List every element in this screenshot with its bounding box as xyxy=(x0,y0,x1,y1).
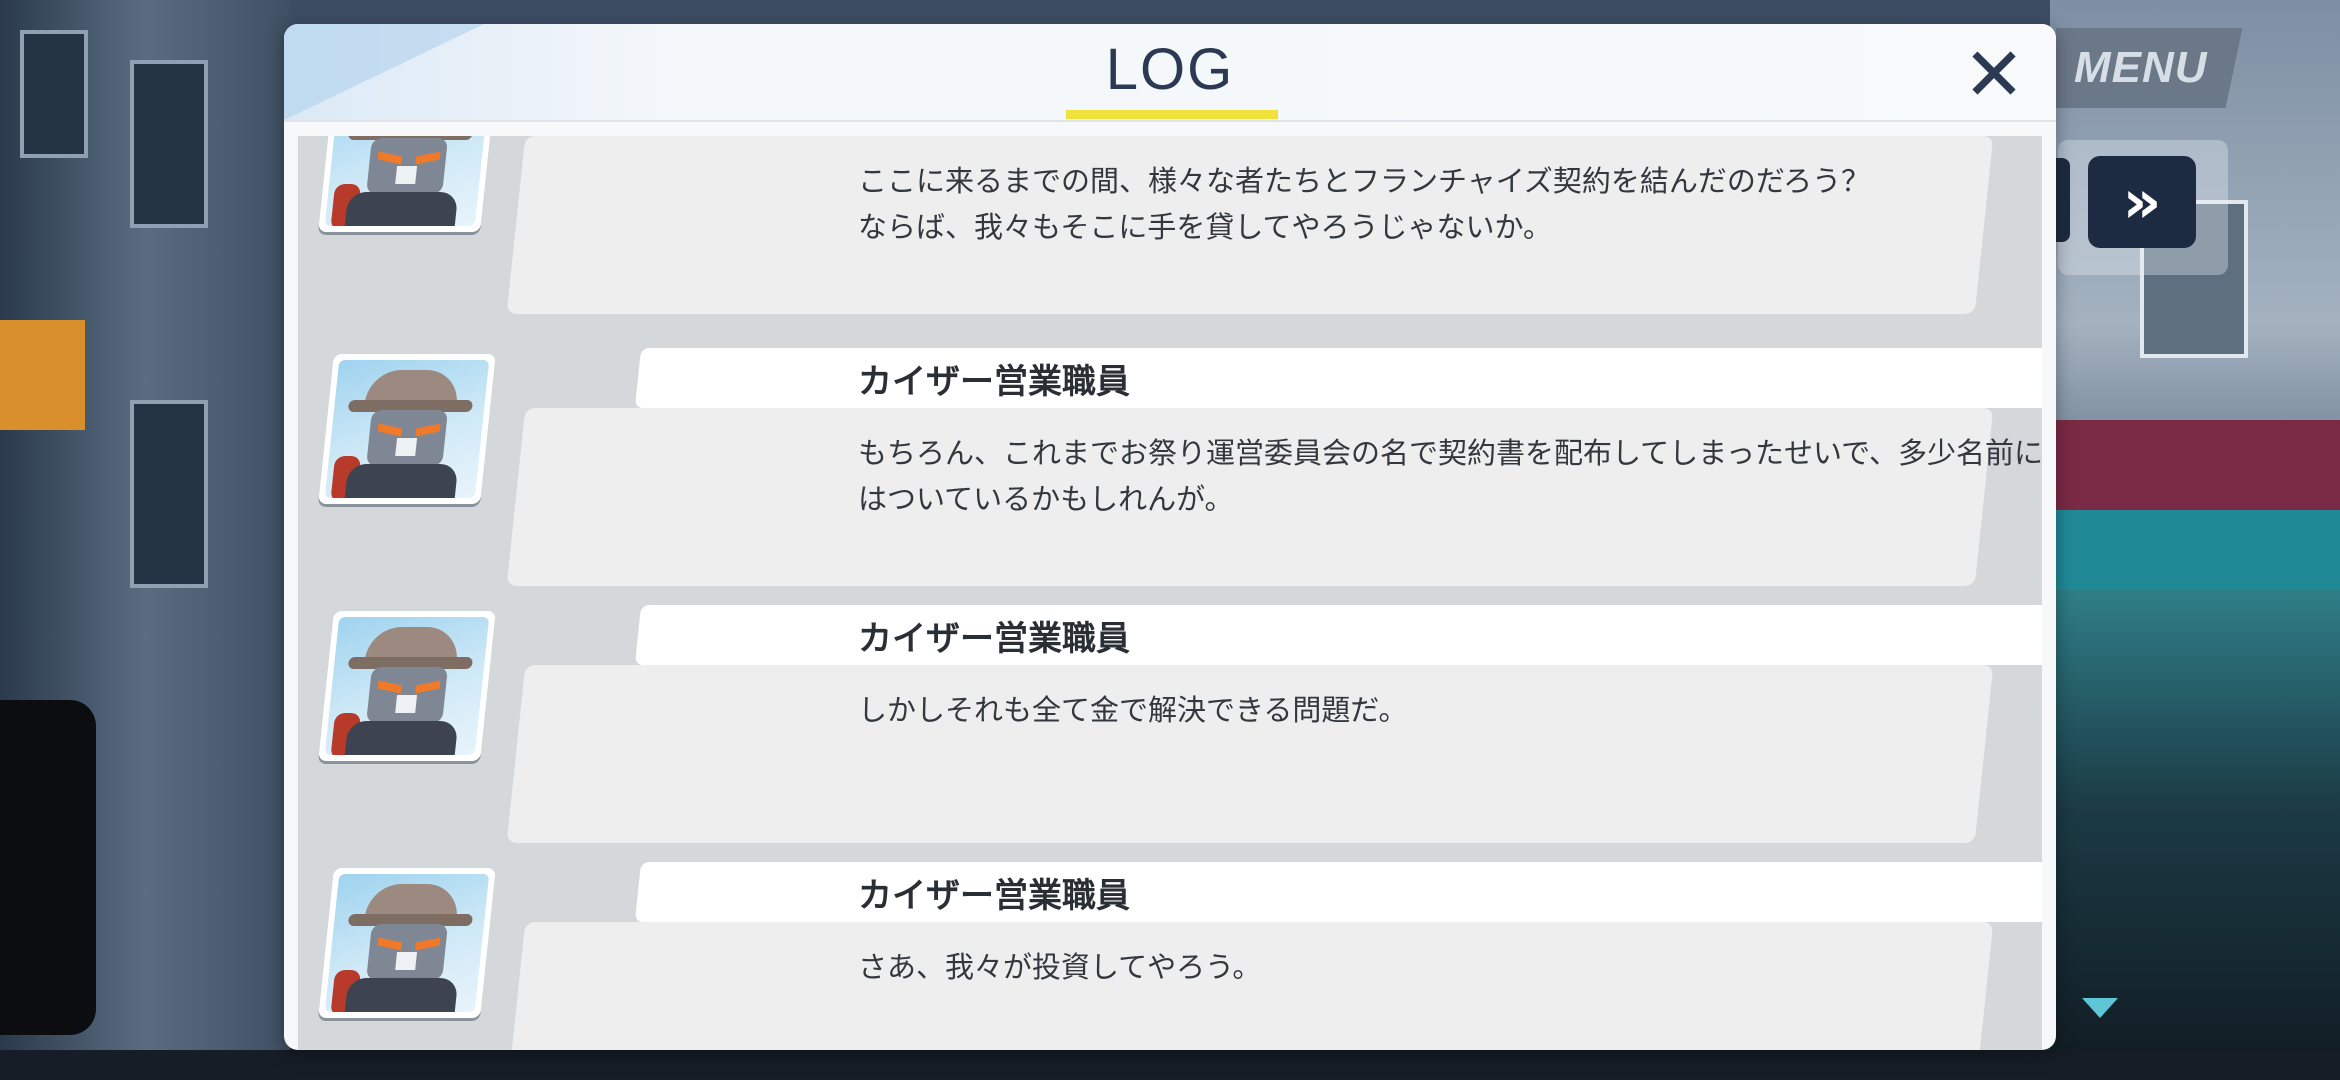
log-dialog: LOG ✕ ここに来るまでの間、様々な者たちとフランチャイズ契約を結んだのだろう… xyxy=(284,24,2056,1050)
background-window xyxy=(130,60,208,228)
speaker-name: カイザー営業職員 xyxy=(858,362,1130,402)
speaker-name-bar xyxy=(634,862,2042,922)
log-entry: カイザー営業職員 さあ、我々が投資してやろう。 xyxy=(298,862,2042,1050)
background-window xyxy=(20,30,88,158)
speaker-avatar xyxy=(318,136,496,232)
speaker-name: カイザー営業職員 xyxy=(858,876,1130,916)
background-sign xyxy=(0,320,85,430)
speaker-name-bar xyxy=(634,348,2042,408)
kaiser-robot-avatar xyxy=(324,136,490,226)
chevron-down-icon[interactable] xyxy=(2082,998,2118,1018)
background-window xyxy=(130,400,208,588)
message-text: しかしそれも全て金で解決できる問題だ。 xyxy=(858,693,1408,727)
log-list[interactable]: ここに来るまでの間、様々な者たちとフランチャイズ契約を結んだのだろう？ ならば、… xyxy=(298,136,2042,1050)
kaiser-robot-avatar xyxy=(324,617,490,755)
log-dialog-header: LOG ✕ xyxy=(284,24,2056,122)
speaker-avatar xyxy=(318,354,496,504)
close-button[interactable]: ✕ xyxy=(1959,38,2029,112)
log-title: LOG xyxy=(1105,37,1235,102)
log-entry: ここに来るまでの間、様々な者たちとフランチャイズ契約を結んだのだろう？ ならば、… xyxy=(298,136,2042,326)
message-text: さあ、我々が投資してやろう。 xyxy=(858,950,1262,984)
menu-button-label: MENU xyxy=(2074,43,2208,92)
menu-button[interactable]: MENU xyxy=(2039,28,2243,108)
background-awning xyxy=(2050,420,2340,510)
close-icon: ✕ xyxy=(1962,32,2025,118)
background-street xyxy=(0,1050,2340,1080)
speaker-name: カイザー営業職員 xyxy=(858,619,1130,659)
speaker-name-bar xyxy=(634,605,2042,665)
fast-forward-button[interactable]: » xyxy=(2088,156,2196,248)
message-text: ここに来るまでの間、様々な者たちとフランチャイズ契約を結んだのだろう？ ならば、… xyxy=(858,164,1871,244)
speaker-avatar xyxy=(318,611,496,761)
kaiser-robot-avatar xyxy=(324,360,490,498)
title-underline xyxy=(1066,110,1278,119)
fast-forward-icon: » xyxy=(2122,167,2162,237)
speaker-avatar xyxy=(318,868,496,1018)
log-entry: カイザー営業職員 もちろん、これまでお祭り運営委員会の名で契約書を配布してしまっ… xyxy=(298,348,2042,598)
log-entry: カイザー営業職員 しかしそれも全て金で解決できる問題だ。 xyxy=(298,605,2042,855)
background-shopfront xyxy=(2050,510,2340,590)
kaiser-robot-avatar xyxy=(324,874,490,1012)
message-text: もちろん、これまでお祭り運営委員会の名で契約書を配布してしまったせいで、多少名前… xyxy=(858,436,2042,516)
left-side-panel xyxy=(0,700,96,1035)
